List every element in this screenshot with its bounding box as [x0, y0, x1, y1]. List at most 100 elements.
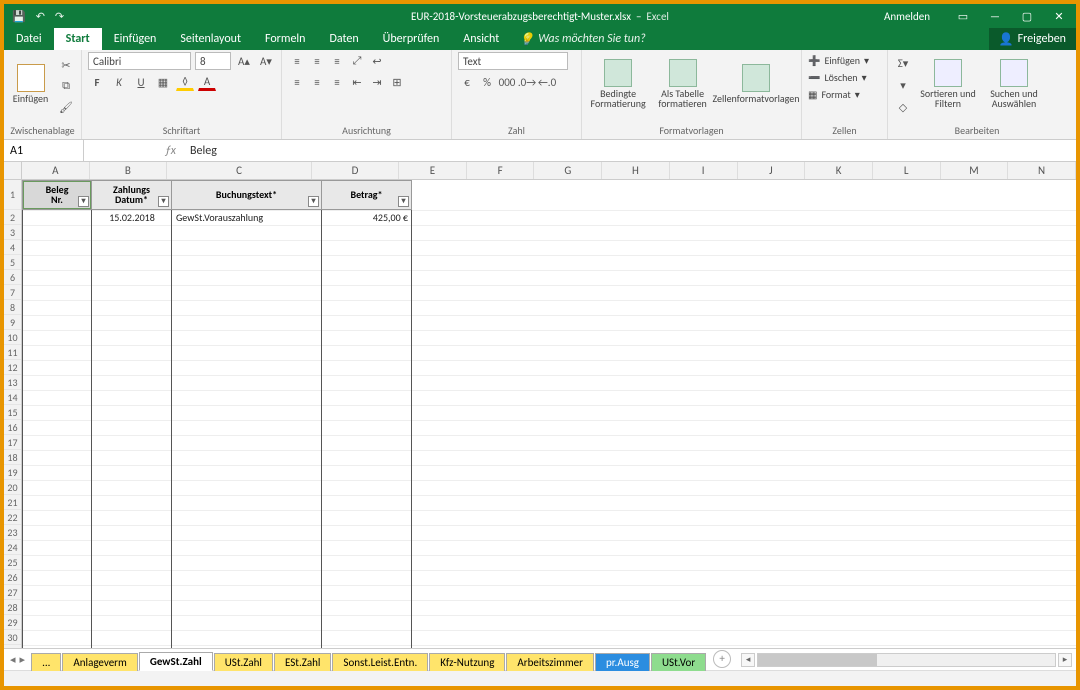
- tab-ansicht[interactable]: Ansicht: [451, 28, 511, 50]
- row-header[interactable]: 29: [4, 615, 21, 630]
- insert-cells-button[interactable]: ➕Einfügen ▾: [808, 54, 869, 67]
- align-top-icon[interactable]: ≡: [288, 52, 306, 70]
- tab-formeln[interactable]: Formeln: [253, 28, 317, 50]
- cut-icon[interactable]: ✂: [57, 56, 75, 74]
- row-header[interactable]: 22: [4, 510, 21, 525]
- row-header[interactable]: 27: [4, 585, 21, 600]
- cell[interactable]: 425,00 €: [322, 210, 412, 225]
- col-header-M[interactable]: M: [941, 162, 1009, 179]
- save-icon[interactable]: 💾: [12, 10, 26, 23]
- tab-ueberpruefen[interactable]: Überprüfen: [371, 28, 452, 50]
- close-icon[interactable]: ✕: [1052, 10, 1066, 23]
- sheet-tab[interactable]: Anlageverm: [62, 653, 137, 671]
- decrease-decimal-icon[interactable]: ←.0: [538, 73, 556, 91]
- scroll-right-icon[interactable]: ▸: [1058, 653, 1072, 667]
- row-header[interactable]: 24: [4, 540, 21, 555]
- row-header[interactable]: 28: [4, 600, 21, 615]
- row-header[interactable]: 9: [4, 315, 21, 330]
- col-header-E[interactable]: E: [399, 162, 467, 179]
- col-header-G[interactable]: G: [534, 162, 602, 179]
- underline-icon[interactable]: U: [132, 73, 150, 91]
- number-format-combo[interactable]: Text: [458, 52, 568, 70]
- align-bottom-icon[interactable]: ≡: [328, 52, 346, 70]
- col-header-K[interactable]: K: [805, 162, 873, 179]
- align-center-icon[interactable]: ≡: [308, 73, 326, 91]
- sort-filter-button[interactable]: Sortieren und Filtern: [918, 52, 978, 116]
- row-header[interactable]: 16: [4, 420, 21, 435]
- account-signin[interactable]: Anmelden: [884, 10, 930, 23]
- row-header[interactable]: 2: [4, 210, 21, 225]
- row-header[interactable]: 10: [4, 330, 21, 345]
- font-color-icon[interactable]: A: [198, 73, 216, 91]
- font-name-combo[interactable]: Calibri: [88, 52, 191, 70]
- sheet-tab[interactable]: Arbeitszimmer: [506, 653, 594, 671]
- col-header-I[interactable]: I: [670, 162, 738, 179]
- new-sheet-button[interactable]: +: [713, 650, 731, 668]
- cell[interactable]: GewSt.Vorauszahlung: [172, 210, 322, 225]
- row-header[interactable]: 7: [4, 285, 21, 300]
- row-header[interactable]: 26: [4, 570, 21, 585]
- conditional-formatting-button[interactable]: Bedingte Formatierung: [588, 52, 648, 116]
- formula-input[interactable]: Beleg: [184, 144, 1076, 158]
- delete-cells-button[interactable]: ➖Löschen ▾: [808, 71, 869, 84]
- table-header-cell[interactable]: Betrag*▾: [322, 180, 412, 210]
- row-header[interactable]: 19: [4, 465, 21, 480]
- format-as-table-button[interactable]: Als Tabelle formatieren: [654, 52, 711, 116]
- fill-icon[interactable]: ▾: [894, 76, 912, 94]
- horizontal-scrollbar[interactable]: ◂ ▸: [737, 649, 1076, 670]
- currency-icon[interactable]: €: [458, 73, 476, 91]
- sheet-tab[interactable]: Sonst.Leist.Entn.: [332, 653, 428, 671]
- row-header[interactable]: 12: [4, 360, 21, 375]
- share-button[interactable]: 👤 Freigeben: [989, 28, 1076, 50]
- sheet-tab[interactable]: GewSt.Zahl: [139, 652, 213, 671]
- filter-dropdown-icon[interactable]: ▾: [158, 196, 169, 207]
- cell[interactable]: 15.02.2018: [92, 210, 172, 225]
- sheet-nav[interactable]: ◂▸: [4, 649, 31, 670]
- decrease-font-icon[interactable]: A▾: [257, 52, 275, 70]
- border-icon[interactable]: ▦: [154, 73, 172, 91]
- percent-icon[interactable]: %: [478, 73, 496, 91]
- tab-datei[interactable]: Datei: [4, 28, 54, 50]
- format-painter-icon[interactable]: 🖌: [57, 98, 75, 116]
- fx-label[interactable]: ƒx: [84, 144, 184, 158]
- ribbon-options-icon[interactable]: ▭: [956, 10, 970, 23]
- thousands-icon[interactable]: 000: [498, 73, 516, 91]
- col-header-D[interactable]: D: [312, 162, 399, 179]
- scroll-thumb[interactable]: [758, 654, 877, 666]
- row-header[interactable]: 4: [4, 240, 21, 255]
- tell-me[interactable]: 💡 Was möchten Sie tun?: [519, 32, 645, 47]
- tab-daten[interactable]: Daten: [317, 28, 370, 50]
- decrease-indent-icon[interactable]: ⇤: [348, 73, 366, 91]
- row-header[interactable]: 18: [4, 450, 21, 465]
- filter-dropdown-icon[interactable]: ▾: [308, 196, 319, 207]
- row-header[interactable]: 30: [4, 630, 21, 645]
- data-area[interactable]: 15.02.2018GewSt.Vorauszahlung425,00 €: [22, 210, 1076, 648]
- increase-indent-icon[interactable]: ⇥: [368, 73, 386, 91]
- orientation-icon[interactable]: ⤢: [348, 52, 366, 70]
- row-header[interactable]: 14: [4, 390, 21, 405]
- tab-start[interactable]: Start: [54, 28, 102, 50]
- row-header[interactable]: 1: [4, 180, 21, 210]
- sheet-tab[interactable]: ESt.Zahl: [274, 653, 331, 671]
- align-middle-icon[interactable]: ≡: [308, 52, 326, 70]
- col-header-B[interactable]: B: [90, 162, 167, 179]
- scroll-track[interactable]: [757, 653, 1056, 667]
- col-header-A[interactable]: A: [22, 162, 90, 179]
- select-all-corner[interactable]: [4, 162, 22, 180]
- spreadsheet-grid[interactable]: ABCDEFGHIJKLMN 1234567891011121314151617…: [4, 162, 1076, 648]
- minimize-icon[interactable]: —: [988, 10, 1002, 23]
- col-header-L[interactable]: L: [873, 162, 941, 179]
- col-header-N[interactable]: N: [1008, 162, 1076, 179]
- copy-icon[interactable]: ⧉: [57, 77, 75, 95]
- increase-font-icon[interactable]: A▴: [235, 52, 253, 70]
- column-headers[interactable]: ABCDEFGHIJKLMN: [22, 162, 1076, 180]
- merge-icon[interactable]: ⊞: [388, 73, 406, 91]
- format-cells-button[interactable]: ▦Format ▾: [808, 88, 869, 101]
- italic-icon[interactable]: K: [110, 73, 128, 91]
- table-header-cell[interactable]: Buchungstext*▾: [172, 180, 322, 210]
- paste-button[interactable]: Einfügen: [10, 52, 51, 116]
- row-header[interactable]: 8: [4, 300, 21, 315]
- row-header[interactable]: 31: [4, 645, 21, 648]
- row-header[interactable]: 13: [4, 375, 21, 390]
- align-left-icon[interactable]: ≡: [288, 73, 306, 91]
